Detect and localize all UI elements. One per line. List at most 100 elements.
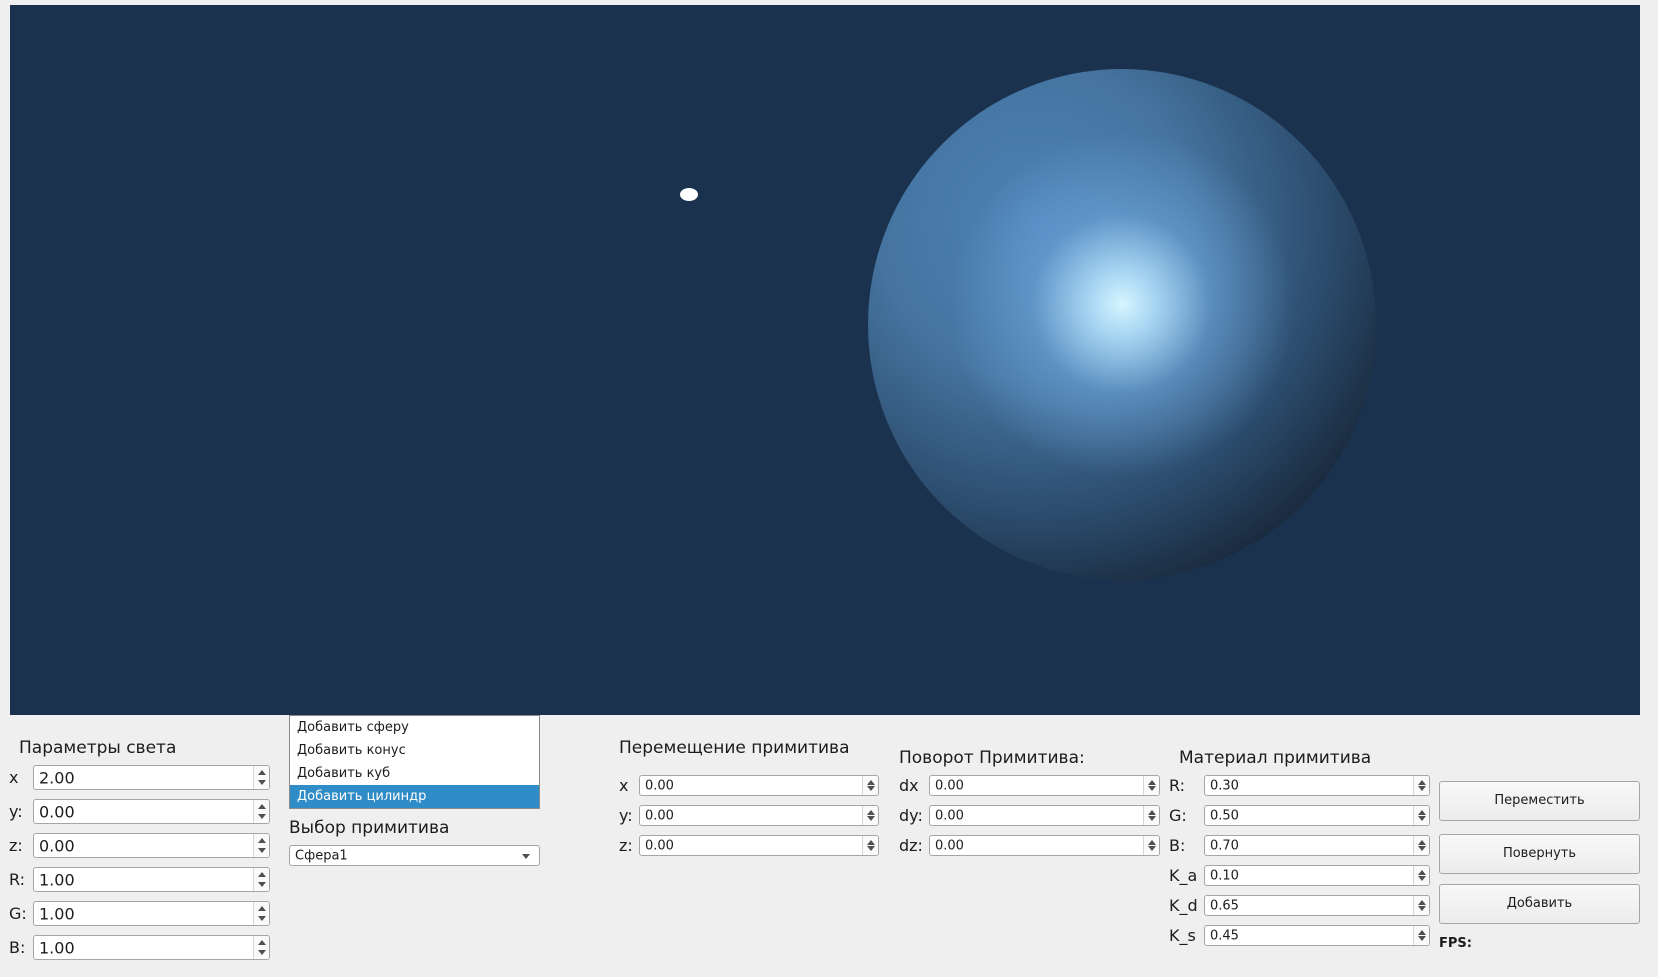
light-params-title: Параметры света: [19, 738, 177, 758]
add-primitive-dropdown[interactable]: Добавить сферу Добавить конус Добавить к…: [289, 715, 540, 809]
light-x-spinbox[interactable]: 2.00: [33, 765, 270, 790]
arrow-up-icon[interactable]: [1418, 930, 1426, 935]
arrow-up-icon[interactable]: [1148, 840, 1156, 845]
material-r-spinbox[interactable]: 0.30: [1204, 775, 1430, 796]
move-y-label: y:: [619, 806, 633, 825]
arrow-down-icon[interactable]: [867, 816, 875, 821]
spin-arrows[interactable]: [862, 806, 878, 825]
arrow-up-icon[interactable]: [1418, 900, 1426, 905]
arrow-down-icon[interactable]: [1148, 846, 1156, 851]
rotate-dy-spinbox[interactable]: 0.00: [929, 805, 1160, 826]
move-x-spinbox[interactable]: 0.00: [639, 775, 879, 796]
spin-arrows[interactable]: [253, 766, 269, 789]
move-y-spinbox[interactable]: 0.00: [639, 805, 879, 826]
arrow-down-icon[interactable]: [258, 780, 266, 785]
arrow-up-icon[interactable]: [258, 906, 266, 911]
arrow-down-icon[interactable]: [1148, 786, 1156, 791]
material-ks-spinbox[interactable]: 0.45: [1204, 925, 1430, 946]
material-g-label: G:: [1169, 806, 1187, 825]
move-button[interactable]: Переместить: [1439, 781, 1640, 821]
arrow-down-icon[interactable]: [258, 814, 266, 819]
spin-arrows[interactable]: [1143, 806, 1159, 825]
spin-arrows[interactable]: [253, 834, 269, 857]
rotate-dy-label: dy:: [899, 806, 923, 825]
spin-arrows[interactable]: [1413, 926, 1429, 945]
option-add-cube[interactable]: Добавить куб: [290, 762, 539, 785]
spin-arrows[interactable]: [253, 936, 269, 959]
arrow-down-icon[interactable]: [258, 848, 266, 853]
light-g-spinbox[interactable]: 1.00: [33, 901, 270, 926]
rotate-button[interactable]: Повернуть: [1439, 834, 1640, 874]
arrow-down-icon[interactable]: [258, 916, 266, 921]
arrow-down-icon[interactable]: [258, 950, 266, 955]
rotate-dx-spinbox[interactable]: 0.00: [929, 775, 1160, 796]
spin-arrows[interactable]: [1413, 806, 1429, 825]
spin-arrows[interactable]: [253, 902, 269, 925]
light-y-spinbox[interactable]: 0.00: [33, 799, 270, 824]
add-button[interactable]: Добавить: [1439, 884, 1640, 924]
chevron-down-icon[interactable]: [522, 854, 530, 859]
material-b-value: 0.70: [1210, 838, 1239, 853]
material-g-value: 0.50: [1210, 808, 1239, 823]
arrow-up-icon[interactable]: [258, 872, 266, 877]
arrow-up-icon[interactable]: [258, 838, 266, 843]
spin-arrows[interactable]: [253, 868, 269, 891]
rotate-dz-spinbox[interactable]: 0.00: [929, 835, 1160, 856]
arrow-up-icon[interactable]: [867, 810, 875, 815]
arrow-down-icon[interactable]: [867, 846, 875, 851]
spin-arrows[interactable]: [862, 776, 878, 795]
arrow-up-icon[interactable]: [1418, 780, 1426, 785]
spin-arrows[interactable]: [1413, 836, 1429, 855]
material-kd-label: K_d: [1169, 896, 1198, 915]
option-add-cone[interactable]: Добавить конус: [290, 739, 539, 762]
light-r-spinbox[interactable]: 1.00: [33, 867, 270, 892]
spin-arrows[interactable]: [1413, 866, 1429, 885]
light-x-label: x: [9, 768, 19, 787]
move-z-spinbox[interactable]: 0.00: [639, 835, 879, 856]
arrow-up-icon[interactable]: [1418, 840, 1426, 845]
arrow-down-icon[interactable]: [1418, 906, 1426, 911]
material-g-spinbox[interactable]: 0.50: [1204, 805, 1430, 826]
option-add-sphere[interactable]: Добавить сферу: [290, 716, 539, 739]
option-add-cylinder[interactable]: Добавить цилиндр: [290, 785, 539, 808]
spin-arrows[interactable]: [1413, 776, 1429, 795]
light-z-label: z:: [9, 836, 23, 855]
light-y-label: y:: [9, 802, 23, 821]
arrow-up-icon[interactable]: [258, 804, 266, 809]
render-viewport[interactable]: [10, 5, 1640, 715]
arrow-down-icon[interactable]: [1418, 816, 1426, 821]
spin-arrows[interactable]: [1143, 776, 1159, 795]
material-kd-value: 0.65: [1210, 898, 1239, 913]
arrow-down-icon[interactable]: [258, 882, 266, 887]
material-kd-spinbox[interactable]: 0.65: [1204, 895, 1430, 916]
spin-arrows[interactable]: [253, 800, 269, 823]
arrow-up-icon[interactable]: [1148, 780, 1156, 785]
arrow-up-icon[interactable]: [1418, 870, 1426, 875]
arrow-down-icon[interactable]: [867, 786, 875, 791]
light-z-spinbox[interactable]: 0.00: [33, 833, 270, 858]
primitive-combo[interactable]: Сфера1: [289, 845, 540, 866]
arrow-down-icon[interactable]: [1418, 876, 1426, 881]
arrow-up-icon[interactable]: [258, 940, 266, 945]
rotate-dy-value: 0.00: [935, 808, 964, 823]
arrow-down-icon[interactable]: [1418, 936, 1426, 941]
move-x-label: x: [619, 776, 629, 795]
spin-arrows[interactable]: [1413, 896, 1429, 915]
arrow-down-icon[interactable]: [1148, 816, 1156, 821]
material-b-spinbox[interactable]: 0.70: [1204, 835, 1430, 856]
arrow-down-icon[interactable]: [1418, 786, 1426, 791]
material-ka-spinbox[interactable]: 0.10: [1204, 865, 1430, 886]
light-g-label: G:: [9, 904, 27, 923]
arrow-up-icon[interactable]: [258, 770, 266, 775]
arrow-up-icon[interactable]: [1148, 810, 1156, 815]
arrow-down-icon[interactable]: [1418, 846, 1426, 851]
arrow-up-icon[interactable]: [867, 780, 875, 785]
move-y-value: 0.00: [645, 808, 674, 823]
material-r-label: R:: [1169, 776, 1186, 795]
material-b-label: B:: [1169, 836, 1186, 855]
light-b-spinbox[interactable]: 1.00: [33, 935, 270, 960]
spin-arrows[interactable]: [1143, 836, 1159, 855]
arrow-up-icon[interactable]: [867, 840, 875, 845]
spin-arrows[interactable]: [862, 836, 878, 855]
arrow-up-icon[interactable]: [1418, 810, 1426, 815]
